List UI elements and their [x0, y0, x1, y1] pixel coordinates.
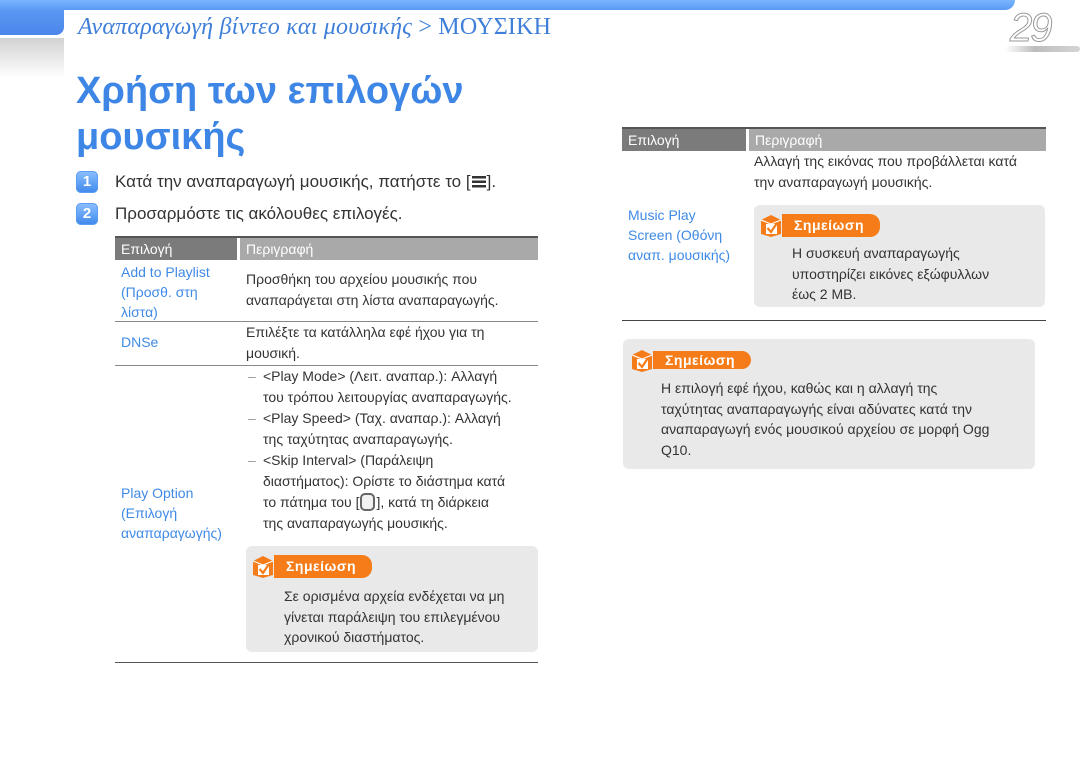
note-label: Σημείωση [653, 351, 752, 369]
table-row: DNSe Επιλέξτε τα κατάλληλα εφέ ήχου για … [115, 322, 538, 366]
page-number-underline [1005, 46, 1080, 52]
note-header: Σημείωση [758, 211, 1045, 239]
bullet-item: – <Play Speed> (Ταχ. αναπαρ.): Αλλαγή τη… [246, 408, 538, 450]
step-number-badge: 1 [76, 171, 98, 193]
note-header: Σημείωση [629, 346, 1035, 374]
table-header: Επιλογή Περιγραφή [115, 236, 538, 260]
option-name[interactable]: Add to Playlist (Προσθ. στη λίστα) [115, 260, 240, 321]
option-description: Επιλέξτε τα κατάλληλα εφέ ήχου για τη μο… [246, 324, 485, 361]
note-label: Σημείωση [274, 554, 373, 578]
note-label: Σημείωση [782, 213, 881, 237]
bullet-item: – <Skip Interval> (Παράλειψη διαστήματος… [246, 450, 538, 534]
option-name[interactable]: Music Play Screen (Οθόνη αναπ. μουσικής) [622, 151, 749, 320]
breadcrumb-section: ΜΟΥΣΙΚΗ [438, 14, 552, 40]
dash-marker: – [248, 368, 256, 384]
note-text: Η επιλογή εφέ ήχου, καθώς και η αλλαγή τ… [661, 380, 990, 458]
option-name[interactable]: DNSe [115, 322, 240, 365]
breadcrumb-chapter: Αναπαραγωγή βίντεο και μουσικής [78, 14, 413, 40]
navigation-ring-icon [360, 493, 376, 511]
table-row: Play Option (Επιλογή αναπαραγωγής) – <Pl… [115, 366, 538, 663]
note-checkbox-icon [250, 553, 276, 579]
column-header-option: Επιλογή [115, 238, 240, 260]
option-description: Προσθήκη του αρχείου μουσικής που αναπαρ… [246, 271, 499, 308]
header-left-shadow [0, 38, 64, 78]
dash-marker: – [248, 410, 256, 426]
step-1: 1 Κατά την αναπαραγωγή μουσικής, πατήστε… [76, 171, 496, 193]
page-number: 29 [1010, 6, 1053, 51]
breadcrumb-separator: > [418, 14, 433, 40]
header-bar [0, 0, 1015, 10]
table-row: Music Play Screen (Οθόνη αναπ. μουσικής)… [622, 151, 1046, 321]
column-header-option: Επιλογή [622, 129, 749, 151]
note-box: Σημείωση Σε ορισμένα αρχεία ενδέχεται να… [246, 546, 538, 652]
header-left-tab [0, 10, 64, 35]
option-name[interactable]: Play Option (Επιλογή αναπαραγωγής) [115, 366, 240, 662]
table-row: Add to Playlist (Προσθ. στη λίστα) Προσθ… [115, 260, 538, 322]
options-table-left: Επιλογή Περιγραφή Add to Playlist (Προσθ… [115, 236, 538, 663]
note-box-sound-effects: Σημείωση Η επιλογή εφέ ήχου, καθώς και η… [623, 339, 1035, 469]
page-title: Χρήση των επιλογών μουσικής [76, 70, 464, 158]
step-2: 2 Προσαρμόστε τις ακόλουθες επιλογές. [76, 203, 403, 225]
column-header-description: Περιγραφή [749, 129, 1046, 151]
breadcrumb: Αναπαραγωγή βίντεο και μουσικής > ΜΟΥΣΙΚ… [78, 14, 551, 41]
column-header-description: Περιγραφή [240, 238, 538, 260]
bullet-item: – <Play Mode> (Λειτ. αναπαρ.): Αλλαγή το… [246, 366, 538, 408]
step-text: Προσαρμόστε τις ακόλουθες επιλογές. [115, 204, 403, 223]
menu-icon [471, 176, 486, 188]
note-text: Σε ορισμένα αρχεία ενδέχεται να μη γίνετ… [284, 588, 505, 645]
step-text: Κατά την αναπαραγωγή μουσικής, πατήστε τ… [115, 172, 497, 191]
options-table-right: Επιλογή Περιγραφή Music Play Screen (Οθό… [622, 127, 1046, 321]
note-checkbox-icon [629, 347, 655, 373]
note-header: Σημείωση [250, 552, 538, 580]
option-description: Αλλαγή της εικόνας που προβάλλεται κατά … [749, 151, 1045, 320]
note-box: Σημείωση Η συσκευή αναπαραγωγής υποστηρί… [754, 205, 1045, 307]
option-description: – <Play Mode> (Λειτ. αναπαρ.): Αλλαγή το… [240, 366, 538, 662]
table-header: Επιλογή Περιγραφή [622, 127, 1046, 151]
dash-marker: – [248, 452, 256, 468]
note-checkbox-icon [758, 212, 784, 238]
note-text: Η συσκευή αναπαραγωγής υποστηρίζει εικόν… [792, 245, 990, 302]
step-number-badge: 2 [76, 203, 98, 225]
